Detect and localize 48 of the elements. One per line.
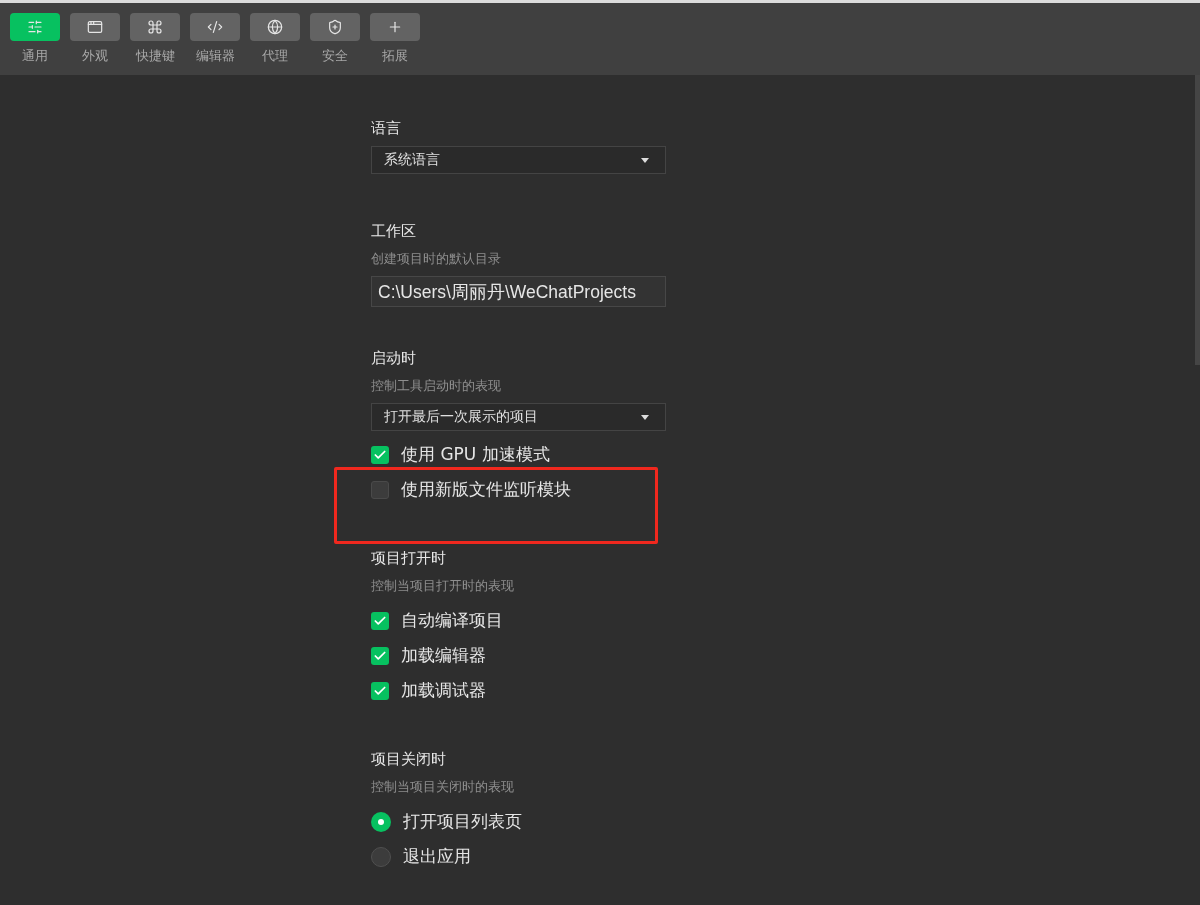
settings-tab[interactable] (130, 13, 180, 41)
section-title: 项目关闭时 (371, 750, 447, 769)
checkbox-label: 加载调试器 (401, 679, 486, 702)
settings-tab[interactable] (70, 13, 120, 41)
checkbox-label: 使用新版文件监听模块 (401, 478, 571, 501)
checkbox[interactable] (371, 611, 389, 630)
tab-icon (267, 19, 283, 35)
dropdown[interactable]: 打开最后一次展示的项目 (371, 403, 666, 431)
tab-icon (387, 19, 403, 35)
checkbox[interactable] (371, 480, 389, 499)
tab-label: 外观 (82, 47, 108, 65)
tab-label: 编辑器 (195, 47, 235, 65)
checkbox[interactable] (371, 445, 389, 464)
dropdown[interactable]: 系统语言 (371, 146, 666, 174)
tab-icon (147, 19, 163, 35)
checkbox[interactable] (371, 681, 389, 700)
tab-icon (87, 19, 103, 35)
tab-icon (27, 19, 43, 35)
checkbox[interactable] (371, 646, 389, 665)
section-description: 控制工具启动时的表现 (371, 378, 502, 395)
section-title: 项目打开时 (371, 549, 447, 568)
section-description: 控制当项目打开时的表现 (371, 578, 515, 595)
tab-label: 代理 (262, 47, 288, 65)
settings-tab[interactable] (250, 13, 300, 41)
tab-icon (327, 19, 343, 35)
checkbox-label: 使用 GPU 加速模式 (401, 443, 550, 466)
settings-tab[interactable] (310, 13, 360, 41)
radio-label: 打开项目列表页 (403, 810, 522, 833)
section-title: 工作区 (371, 222, 417, 241)
input-field[interactable]: C:\Users\周丽丹\WeChatProjects (371, 276, 666, 307)
section-title: 启动时 (371, 349, 417, 368)
settings-tab[interactable] (190, 13, 240, 41)
tab-label: 安全 (322, 47, 348, 65)
radio-label: 退出应用 (403, 845, 471, 868)
settings-tab[interactable] (370, 13, 420, 41)
section-description: 控制当项目关闭时的表现 (371, 779, 515, 796)
radio-button[interactable] (371, 811, 391, 832)
radio-button[interactable] (371, 846, 391, 867)
tab-icon (207, 19, 223, 35)
caret-icon (641, 157, 649, 163)
tab-label: 快捷键 (135, 47, 175, 65)
caret-icon (641, 414, 649, 420)
section-description: 创建项目时的默认目录 (371, 251, 502, 268)
section-title: 语言 (371, 119, 402, 138)
checkbox-label: 自动编译项目 (401, 609, 503, 632)
tab-label: 通用 (22, 47, 48, 65)
tab-label: 拓展 (382, 47, 408, 65)
checkbox-label: 加载编辑器 (401, 644, 486, 667)
